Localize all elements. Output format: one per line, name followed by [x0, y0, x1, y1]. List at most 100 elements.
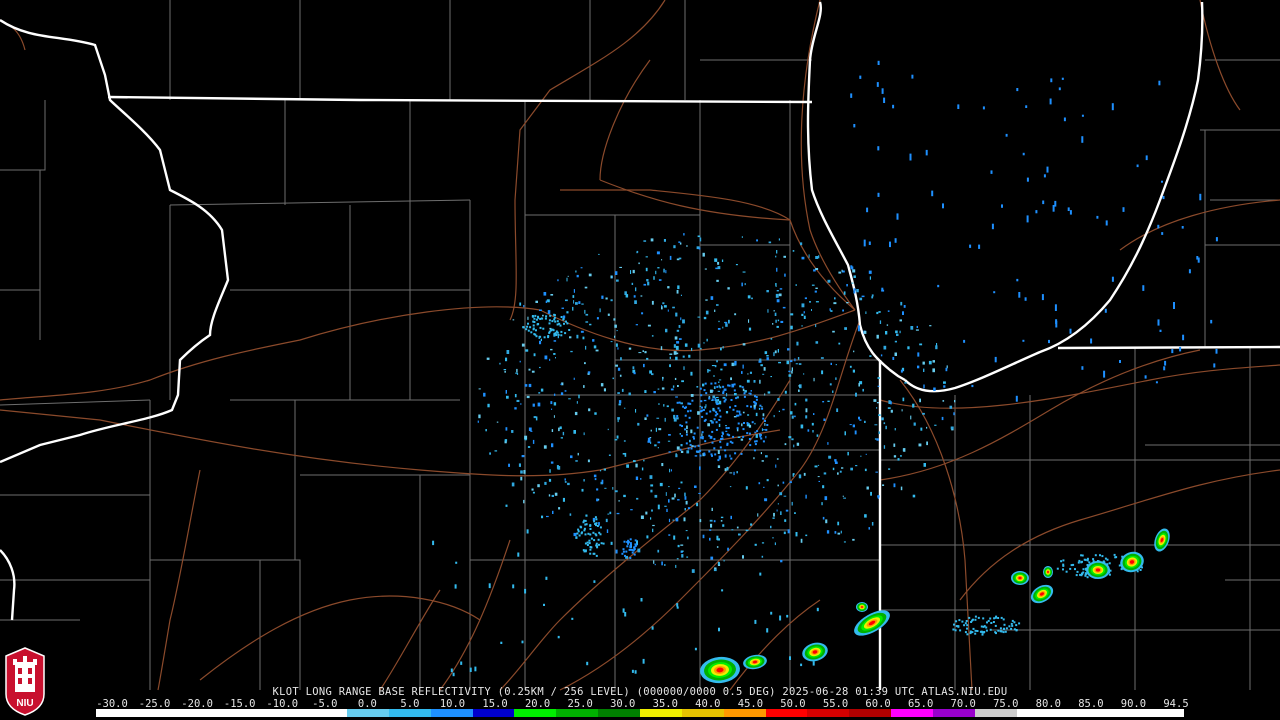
echo-pixel: [633, 548, 636, 551]
echo-pixel: [526, 395, 530, 399]
echo-pixel: [754, 543, 757, 546]
echo-pixel: [995, 632, 997, 635]
echo-pixel: [685, 500, 688, 505]
highway-line: [0, 19, 26, 51]
echo-pixel: [863, 330, 867, 334]
echo-pixel: [838, 271, 842, 274]
storm-cell-layer: [1047, 570, 1049, 574]
echo-pixel: [682, 319, 685, 324]
echo-pixel: [630, 509, 633, 511]
echo-pixel: [844, 327, 847, 330]
echo-pixel: [852, 269, 856, 273]
echo-pixel: [556, 320, 559, 323]
echo-pixel: [651, 335, 654, 337]
echo-pixel: [583, 527, 586, 530]
echo-pixel: [558, 507, 561, 510]
echo-pixel: [679, 448, 682, 451]
echo-pixel: [876, 311, 879, 315]
echo-pixel: [614, 324, 617, 328]
storm-cell-layer: [1018, 576, 1022, 580]
echo-pixel: [933, 387, 936, 391]
echo-pixel: [791, 367, 793, 371]
echo-pixel: [531, 315, 534, 318]
echo-pixel: [1096, 215, 1099, 219]
echo-pixel: [705, 404, 707, 407]
echo-pixel: [1055, 319, 1058, 324]
echo-pixel: [720, 520, 723, 522]
echo-pixel: [1104, 308, 1107, 313]
echo-pixel: [773, 352, 775, 357]
echo-pixel: [852, 369, 855, 373]
echo-pixel: [657, 504, 660, 510]
echo-pixel: [846, 284, 848, 287]
echo-pixel: [593, 580, 596, 583]
echo-pixel: [767, 309, 769, 313]
echo-pixel: [917, 365, 920, 369]
echo-pixel: [637, 422, 640, 426]
echo-pixel: [560, 334, 563, 337]
echo-pixel: [661, 561, 663, 566]
echo-pixel: [983, 631, 986, 633]
echo-pixel: [523, 470, 526, 474]
echo-pixel: [619, 266, 622, 268]
echo-pixel: [1062, 559, 1065, 562]
echo-pixel: [734, 313, 737, 316]
echo-pixel: [1081, 114, 1084, 117]
echo-pixel: [478, 414, 481, 419]
echo-pixel: [852, 538, 855, 541]
echo-pixel: [661, 305, 663, 307]
echo-pixel: [576, 334, 579, 339]
echo-pixel: [798, 474, 802, 479]
echo-pixel: [853, 288, 856, 294]
echo-pixel: [901, 409, 903, 412]
echo-pixel: [926, 426, 928, 429]
echo-pixel: [605, 518, 608, 523]
echo-pixel: [816, 607, 819, 612]
echo-pixel: [676, 352, 679, 355]
echo-pixel: [900, 455, 902, 457]
echo-pixel: [732, 435, 735, 438]
echo-pixel: [551, 320, 554, 323]
echo-pixel: [777, 484, 779, 487]
echo-pixel: [976, 630, 979, 632]
echo-pixel: [934, 424, 937, 426]
echo-pixel: [943, 385, 946, 388]
echo-pixel: [835, 377, 837, 380]
echo-pixel: [627, 539, 630, 542]
echo-pixel: [718, 381, 720, 383]
echo-pixel: [684, 496, 687, 500]
echo-pixel: [766, 357, 769, 361]
echo-pixel: [846, 302, 849, 304]
echo-pixel: [953, 623, 955, 626]
echo-pixel: [721, 259, 724, 262]
echo-pixel: [989, 628, 992, 631]
echo-pixel: [1099, 554, 1101, 557]
echo-pixel: [812, 430, 814, 433]
echo-pixel: [990, 170, 993, 174]
echo-pixel: [775, 283, 777, 286]
echo-pixel: [477, 420, 479, 423]
echo-pixel: [736, 427, 739, 430]
storm-cell-layer: [1095, 568, 1101, 572]
echo-pixel: [528, 368, 531, 371]
echo-pixel: [521, 640, 524, 644]
echo-pixel: [589, 528, 592, 530]
echo-pixel: [1069, 210, 1072, 215]
echo-pixel: [680, 317, 682, 321]
echo-pixel: [834, 459, 837, 462]
echo-pixel: [764, 351, 768, 355]
echo-pixel: [583, 385, 585, 388]
echo-pixel: [737, 414, 740, 417]
echo-pixel: [610, 541, 613, 545]
echo-pixel: [584, 519, 587, 522]
echo-pixel: [711, 430, 714, 433]
echo-pixel: [506, 395, 509, 399]
echo-pixel: [762, 440, 765, 443]
echo-pixel: [729, 472, 733, 474]
echo-pixel: [864, 514, 867, 518]
echo-pixel: [877, 192, 880, 197]
echo-pixel: [786, 360, 789, 365]
echo-pixel: [674, 377, 677, 380]
echo-pixel: [557, 466, 561, 470]
echo-pixel: [881, 287, 884, 292]
